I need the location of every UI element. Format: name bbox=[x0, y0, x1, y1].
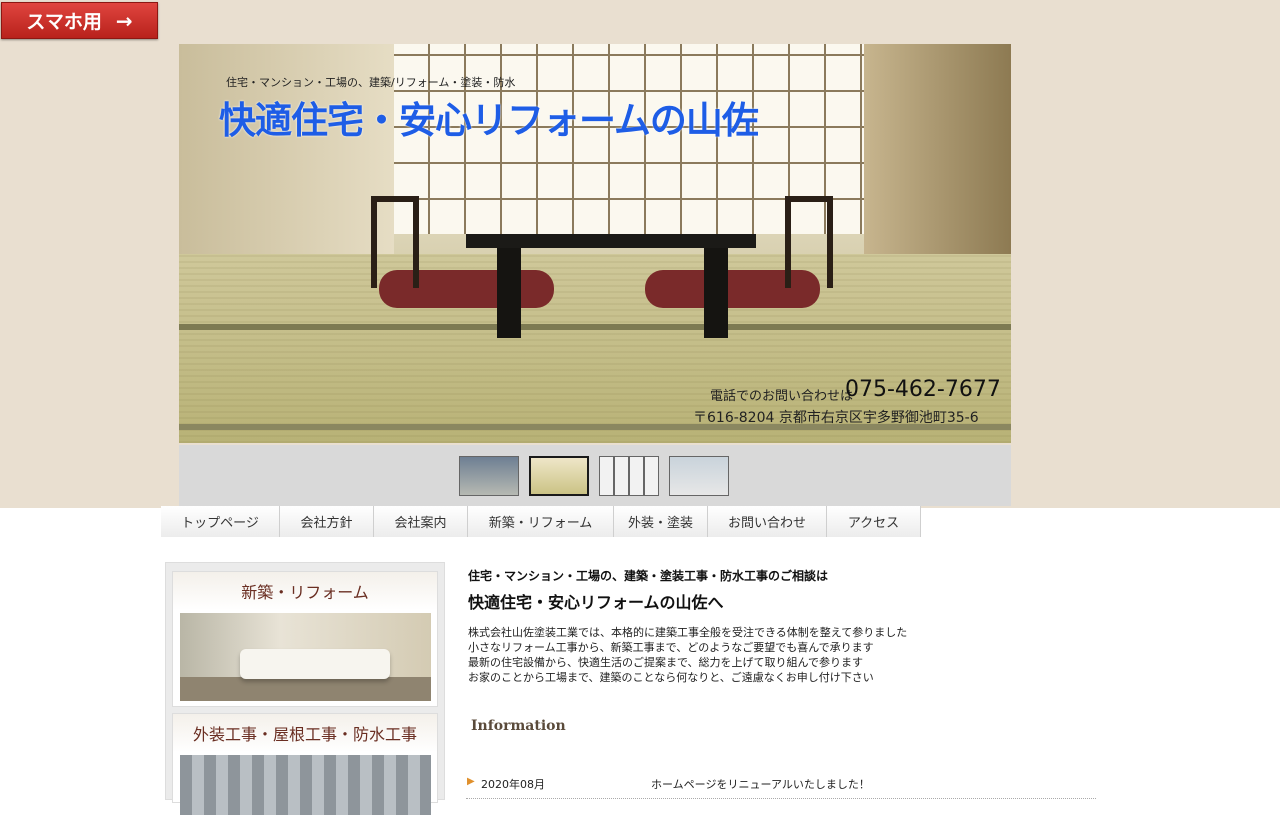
main-navigation: トップページ 会社方針 会社案内 新築・リフォーム 外装・塗装 お問い合わせ ア… bbox=[161, 506, 921, 537]
nav-item-access[interactable]: アクセス bbox=[827, 506, 921, 537]
smartphone-version-button[interactable]: スマホ用 → bbox=[1, 2, 158, 39]
slideshow-thumbnail-active[interactable] bbox=[529, 456, 589, 496]
living-room-sofa bbox=[240, 649, 390, 679]
slideshow-thumbnail[interactable] bbox=[459, 456, 519, 496]
intro-line: お家のことから工場まで、建築のことなら何なりと、ご遠慮なくお申し付け下さい bbox=[468, 671, 874, 684]
intro-title: 快適住宅・安心リフォームの山佐へ bbox=[468, 593, 724, 612]
arrow-right-icon: → bbox=[115, 8, 133, 33]
sidebar-card-new-build-reform[interactable]: 新築・リフォーム bbox=[172, 571, 438, 707]
nav-item-top[interactable]: トップページ bbox=[161, 506, 280, 537]
information-heading: Information bbox=[471, 718, 566, 734]
intro-line: 最新の住宅設備から、快適生活のご提案まで、総力を上げて取り組んで参ります bbox=[468, 656, 864, 669]
living-room-floor bbox=[180, 677, 431, 701]
phone-label: 電話でのお問い合わせは bbox=[710, 389, 854, 404]
company-address: 〒616-8204 京都市右京区宇多野御池町35-6 bbox=[693, 410, 979, 426]
nav-item-contact[interactable]: お問い合わせ bbox=[708, 506, 827, 537]
hero-table bbox=[466, 234, 756, 248]
smartphone-button-label: スマホ用 bbox=[26, 11, 102, 33]
hero-table-leg bbox=[497, 248, 521, 338]
slideshow-thumbnail[interactable] bbox=[669, 456, 729, 496]
triangle-bullet-icon: ▶ bbox=[467, 776, 475, 787]
living-room-image bbox=[180, 613, 431, 701]
main-content: 住宅・マンション・工場の、建築・塗装工事・防水工事のご相談は 快適住宅・安心リフ… bbox=[468, 567, 1108, 685]
intro-lead: 住宅・マンション・工場の、建築・塗装工事・防水工事のご相談は bbox=[468, 569, 829, 583]
hero-wall-right bbox=[864, 44, 1011, 264]
sidebar-card-title: 新築・リフォーム bbox=[173, 572, 437, 610]
slideshow-thumbnails bbox=[179, 445, 1011, 506]
news-text: ホームページをリニューアルいたしました！ bbox=[651, 778, 870, 791]
news-item: ▶ 2020年08月 ホームページをリニューアルいたしました！ bbox=[466, 774, 1096, 799]
site-title[interactable]: 快適住宅・安心リフォームの山佐 bbox=[219, 90, 759, 144]
site-tagline: 住宅・マンション・工場の、建築/リフォーム・塗装・防水 bbox=[226, 76, 516, 89]
nav-item-exterior-painting[interactable]: 外装・塗装 bbox=[614, 506, 708, 537]
hero-table-leg bbox=[704, 248, 728, 338]
nav-item-new-build-reform[interactable]: 新築・リフォーム bbox=[468, 506, 614, 537]
nav-item-company[interactable]: 会社案内 bbox=[374, 506, 468, 537]
slideshow-thumbnail[interactable] bbox=[599, 456, 659, 496]
roof-image bbox=[180, 755, 431, 815]
sidebar-card-exterior-roof-waterproof[interactable]: 外装工事・屋根工事・防水工事 bbox=[172, 713, 438, 815]
intro-line: 株式会社山佐塗装工業では、本格的に建築工事全般を受注できる体制を整えて参りました bbox=[468, 626, 908, 639]
sidebar: 新築・リフォーム 外装工事・屋根工事・防水工事 bbox=[165, 562, 445, 815]
hero-chair bbox=[785, 196, 833, 288]
news-date: 2020年08月 bbox=[481, 778, 545, 791]
phone-number[interactable]: 075-462-7677 bbox=[845, 377, 1001, 402]
hero-tatami-border bbox=[179, 324, 1011, 330]
hero-banner: 住宅・マンション・工場の、建築/リフォーム・塗装・防水 快適住宅・安心リフォーム… bbox=[179, 44, 1011, 443]
hero-chair bbox=[371, 196, 419, 288]
nav-item-policy[interactable]: 会社方針 bbox=[280, 506, 374, 537]
sidebar-card-title: 外装工事・屋根工事・防水工事 bbox=[173, 714, 437, 752]
intro-line: 小さなリフォーム工事から、新築工事まで、どのようなご要望でも喜んで承ります bbox=[468, 641, 874, 654]
